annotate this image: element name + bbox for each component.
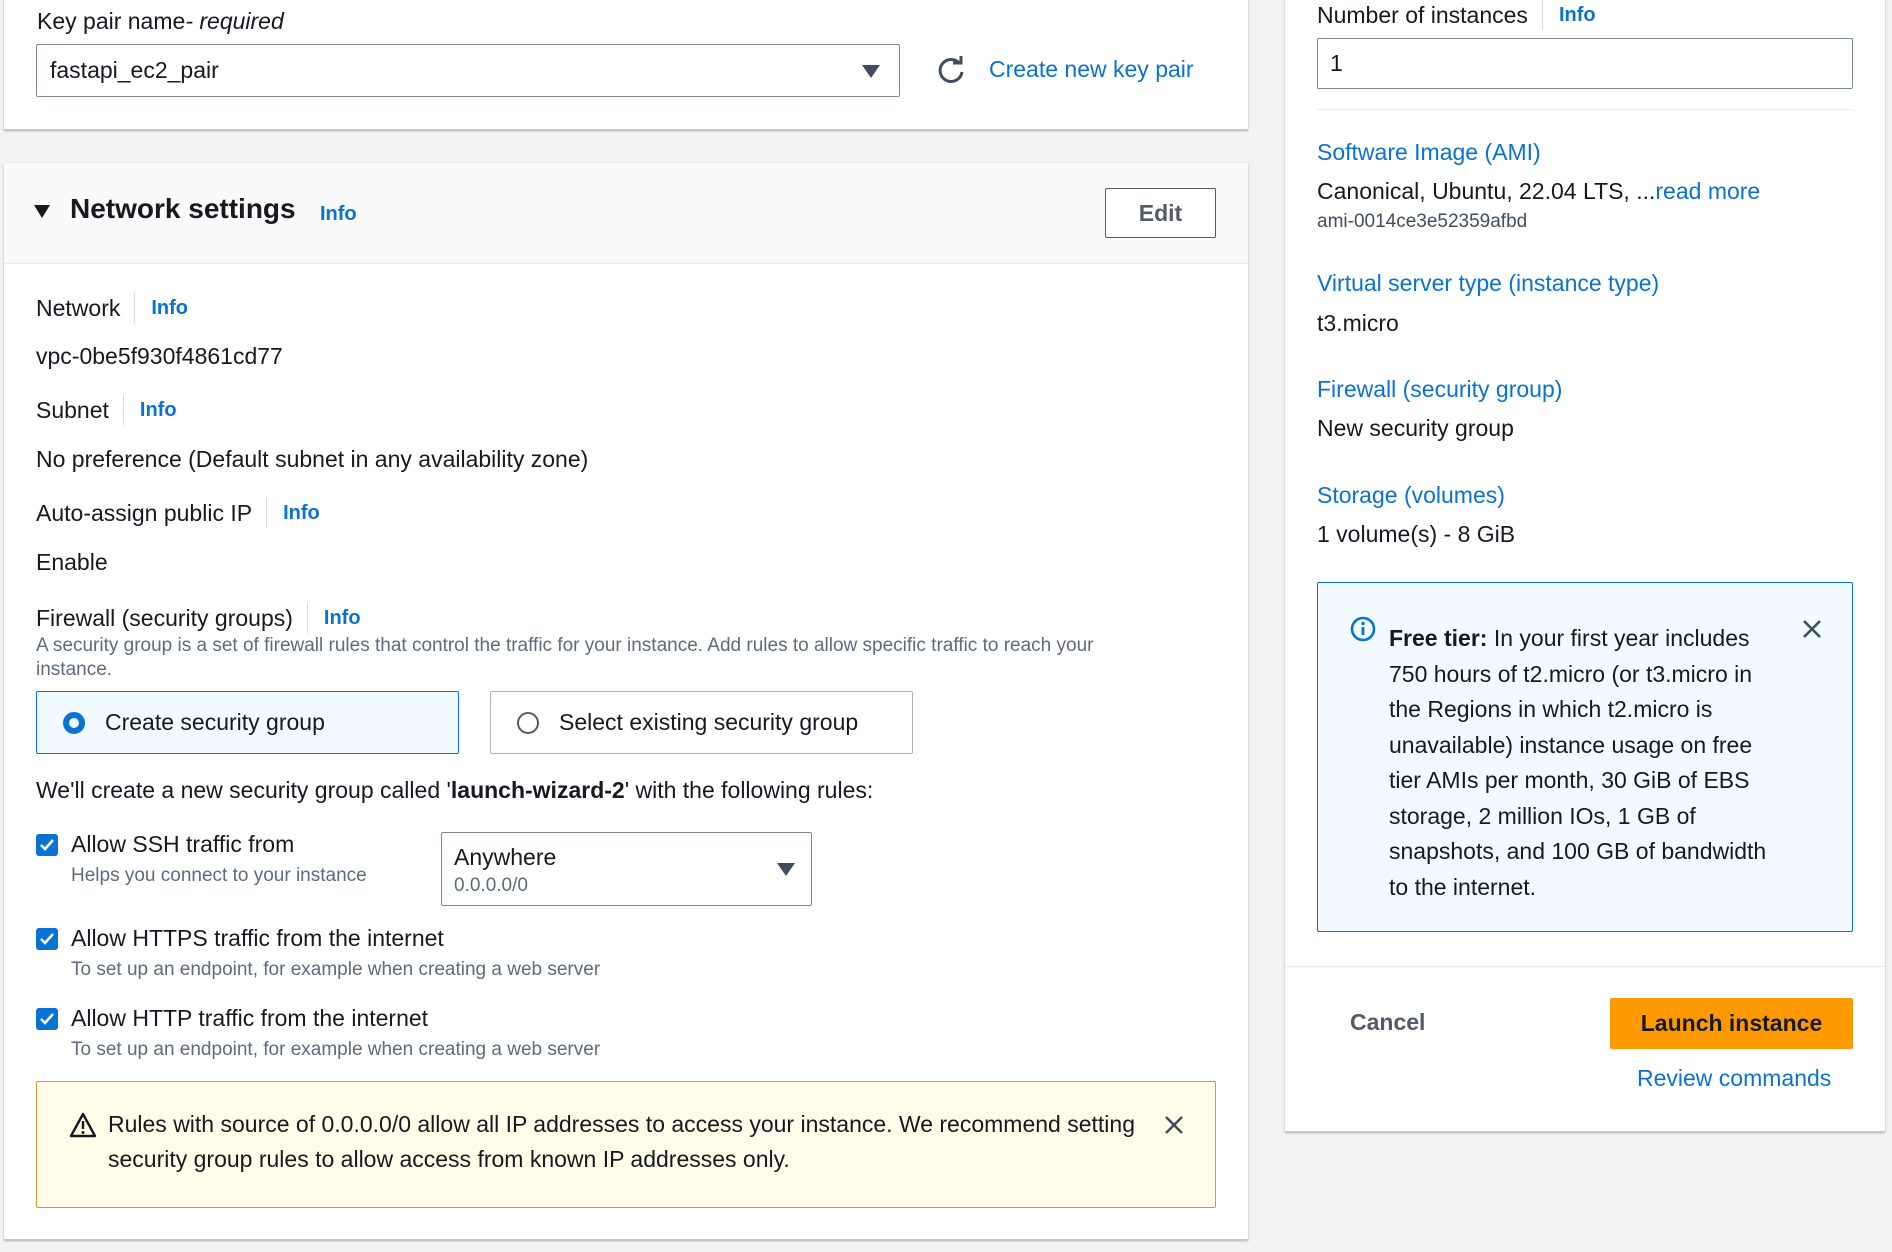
free-tier-info-box: Free tier: In your first year includes 7…	[1317, 582, 1853, 932]
http-rule-label: Allow HTTP traffic from the internet	[71, 1005, 429, 1031]
key-pair-label: Key pair name - required	[37, 8, 284, 34]
checkmark-icon	[40, 933, 54, 945]
select-existing-security-group-tile[interactable]: Select existing security group	[490, 691, 913, 754]
caret-down-icon[interactable]	[34, 205, 50, 218]
auto-assign-ip-label: Auto-assign public IP Info	[36, 498, 320, 528]
instances-input[interactable]: 1	[1317, 38, 1853, 89]
key-pair-selected-value: fastapi_ec2_pair	[50, 57, 219, 83]
storage-link[interactable]: Storage (volumes)	[1317, 482, 1505, 509]
refresh-icon[interactable]	[936, 55, 966, 85]
read-more-link[interactable]: read more	[1655, 178, 1760, 204]
ssh-source-value: Anywhere	[454, 844, 557, 870]
launch-instance-button[interactable]: Launch instance	[1610, 998, 1853, 1049]
network-settings-title: Network settings	[70, 193, 296, 224]
instances-label: Number of instances Info	[1317, 0, 1596, 30]
ami-value: Canonical, Ubuntu, 22.04 LTS, ...read mo…	[1317, 178, 1761, 204]
https-checkbox[interactable]	[36, 928, 58, 950]
warning-text-line2: security group rules to allow access fro…	[108, 1146, 790, 1172]
firewall-info-link[interactable]: Info	[324, 607, 361, 630]
network-value: vpc-0be5f930f4861cd77	[36, 343, 283, 369]
warning-text-line1: Rules with source of 0.0.0.0/0 allow all…	[108, 1111, 1135, 1137]
create-key-pair-link[interactable]: Create new key pair	[989, 56, 1194, 83]
warning-alert: Rules with source of 0.0.0.0/0 allow all…	[36, 1081, 1216, 1208]
https-rule-label: Allow HTTPS traffic from the internet	[71, 925, 444, 951]
divider	[1285, 966, 1885, 967]
network-settings-info-link[interactable]: Info	[320, 203, 357, 226]
ami-link[interactable]: Software Image (AMI)	[1317, 139, 1541, 166]
subnet-value: No preference (Default subnet in any ava…	[36, 446, 589, 472]
key-pair-panel: Key pair name - required fastapi_ec2_pai…	[4, 0, 1248, 130]
divider	[1317, 109, 1853, 110]
radio-unselected-icon	[517, 711, 539, 734]
ami-id: ami-0014ce3e52359afbd	[1317, 211, 1528, 232]
firewall-description-line2: instance.	[36, 659, 113, 680]
ssh-rule-label: Allow SSH traffic from	[71, 831, 295, 857]
chevron-down-icon	[777, 863, 795, 876]
instances-info-link[interactable]: Info	[1559, 4, 1596, 27]
chevron-down-icon	[862, 65, 880, 78]
edit-button[interactable]: Edit	[1105, 188, 1216, 238]
instance-type-value: t3.micro	[1317, 310, 1399, 336]
summary-panel: Number of instances Info 1 Software Image…	[1285, 0, 1885, 1132]
review-commands-link[interactable]: Review commands	[1637, 1065, 1831, 1092]
network-info-link[interactable]: Info	[151, 297, 188, 320]
firewall-description-line1: A security group is a set of firewall ru…	[36, 635, 1094, 656]
close-icon[interactable]	[1801, 618, 1823, 640]
ssh-source-select[interactable]: Anywhere 0.0.0.0/0	[441, 832, 812, 906]
free-tier-text: Free tier: In your first year includes 7…	[1389, 625, 1767, 900]
subnet-info-link[interactable]: Info	[140, 399, 177, 422]
ssh-source-cidr: 0.0.0.0/0	[454, 875, 528, 896]
https-rule-description: To set up an endpoint, for example when …	[71, 959, 601, 980]
cancel-button[interactable]: Cancel	[1350, 1009, 1425, 1036]
close-icon[interactable]	[1163, 1114, 1185, 1136]
firewall-summary-link[interactable]: Firewall (security group)	[1317, 376, 1562, 403]
checkmark-icon	[40, 839, 54, 851]
ssh-rule-description: Helps you connect to your instance	[71, 865, 367, 886]
instance-type-link[interactable]: Virtual server type (instance type)	[1317, 270, 1659, 297]
firewall-summary-value: New security group	[1317, 415, 1514, 441]
instances-value: 1	[1330, 50, 1343, 76]
auto-assign-ip-value: Enable	[36, 549, 108, 575]
auto-assign-info-link[interactable]: Info	[283, 502, 320, 525]
create-security-group-label: Create security group	[105, 709, 325, 735]
key-pair-select[interactable]: fastapi_ec2_pair	[36, 44, 900, 97]
network-settings-header: Network settings Info Edit	[4, 163, 1248, 264]
subnet-field-label: Subnet Info	[36, 395, 177, 425]
network-field-label: Network Info	[36, 293, 188, 323]
ssh-checkbox[interactable]	[36, 834, 58, 856]
network-settings-panel: Network settings Info Edit Network Info v…	[4, 163, 1248, 1240]
create-security-group-tile[interactable]: Create security group	[36, 691, 459, 754]
http-checkbox[interactable]	[36, 1008, 58, 1030]
http-rule-description: To set up an endpoint, for example when …	[71, 1039, 601, 1060]
warning-icon	[69, 1112, 97, 1138]
info-circle-icon	[1350, 616, 1376, 642]
radio-selected-icon	[63, 711, 85, 734]
security-group-note: We'll create a new security group called…	[36, 777, 874, 803]
select-existing-security-group-label: Select existing security group	[559, 709, 859, 735]
checkmark-icon	[40, 1013, 54, 1025]
firewall-field-label: Firewall (security groups) Info	[36, 603, 361, 633]
storage-value: 1 volume(s) - 8 GiB	[1317, 521, 1516, 547]
